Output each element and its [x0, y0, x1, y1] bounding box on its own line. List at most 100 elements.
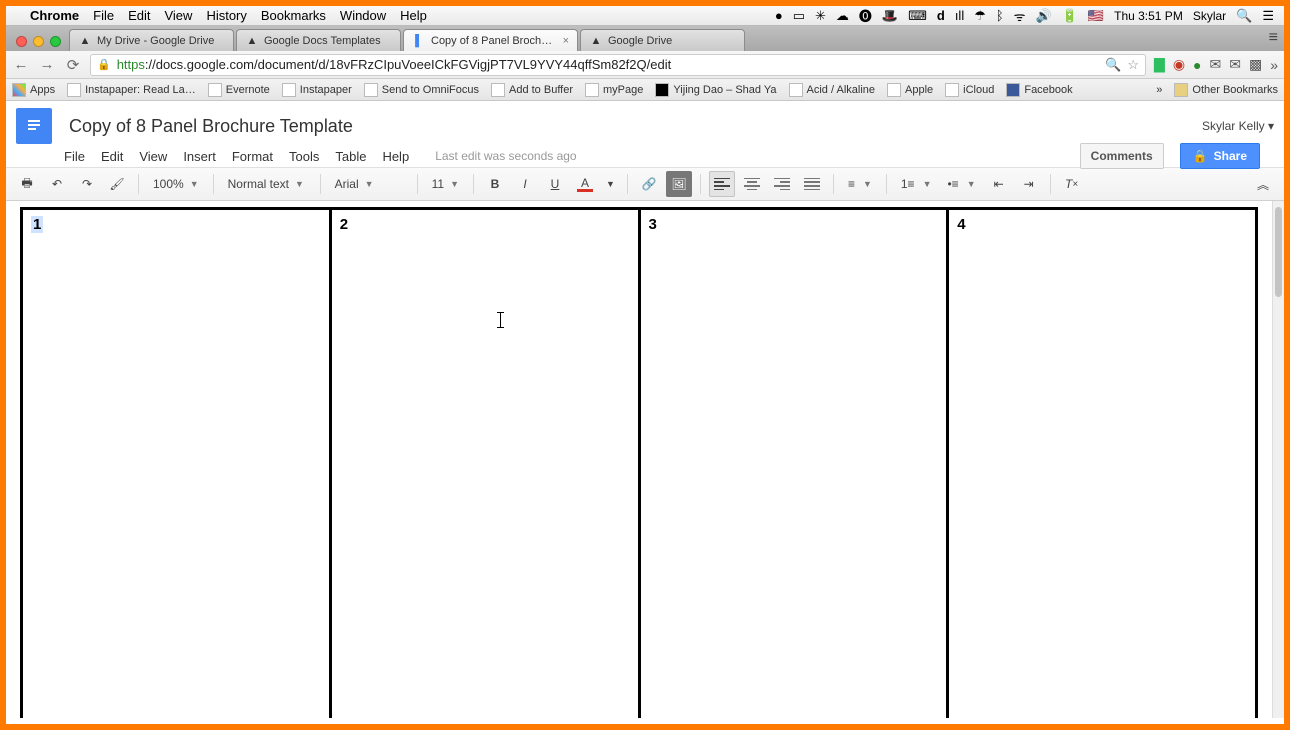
docs-menu-help[interactable]: Help — [382, 149, 409, 164]
align-justify-icon[interactable] — [799, 171, 825, 197]
browser-tab[interactable]: ▲ My Drive - Google Drive — [69, 29, 234, 51]
brochure-panel[interactable]: 4 — [949, 210, 1255, 718]
line-spacing-icon[interactable]: ≡▼ — [842, 171, 878, 197]
align-center-icon[interactable] — [739, 171, 765, 197]
ext-abp-icon[interactable]: ◉ — [1173, 56, 1185, 73]
menubar-d-icon[interactable]: d — [937, 8, 945, 23]
bookmark-item[interactable]: Add to Buffer — [491, 83, 573, 97]
bookmark-item[interactable]: Yijing Dao – Shad Ya — [655, 83, 776, 97]
underline-icon[interactable]: U — [542, 171, 568, 197]
address-bar[interactable]: 🔒 https://docs.google.com/document/d/18v… — [90, 54, 1146, 76]
mac-menu-window[interactable]: Window — [340, 8, 386, 23]
document-canvas[interactable]: 1 2 3 4 — [6, 201, 1272, 718]
undo-icon[interactable]: ↶ — [44, 171, 70, 197]
mac-menu-help[interactable]: Help — [400, 8, 427, 23]
account-name[interactable]: Skylar Kelly ▾ — [1202, 119, 1274, 133]
menubar-sync-icon[interactable]: ✳ — [815, 8, 826, 24]
reload-icon[interactable]: ⟳ — [64, 56, 82, 74]
menubar-1password-icon[interactable]: ⓿ — [859, 6, 872, 25]
back-icon[interactable]: ← — [12, 56, 30, 73]
chrome-menu-icon[interactable]: ≡ — [1269, 29, 1278, 47]
vertical-scrollbar[interactable] — [1272, 201, 1284, 718]
menubar-flag-icon[interactable]: 🇺🇸 — [1088, 8, 1104, 24]
docs-menu-insert[interactable]: Insert — [183, 149, 216, 164]
increase-indent-icon[interactable]: ⇥ — [1016, 171, 1042, 197]
bulleted-list-icon[interactable]: •≡▼ — [941, 171, 981, 197]
minimize-window-icon[interactable] — [33, 36, 44, 47]
align-right-icon[interactable] — [769, 171, 795, 197]
spotlight-icon[interactable]: 🔍 — [1236, 8, 1252, 24]
bookmarks-overflow-icon[interactable]: » — [1156, 84, 1162, 96]
menubar-cloud-icon[interactable]: ☁ — [836, 8, 849, 24]
paragraph-style-dropdown[interactable]: Normal text▼ — [222, 171, 312, 197]
redo-icon[interactable]: ↷ — [74, 171, 100, 197]
forward-icon[interactable]: → — [38, 56, 56, 73]
menubar-signal-icon[interactable]: ıll — [955, 8, 964, 23]
bookmark-item[interactable]: Instapaper — [282, 83, 352, 97]
text-color-caret-icon[interactable]: ▼ — [602, 171, 619, 197]
text-color-icon[interactable]: A — [572, 171, 598, 197]
menubar-bluetooth-icon[interactable]: ᛒ — [996, 8, 1004, 23]
insert-link-icon[interactable]: 🔗 — [636, 171, 662, 197]
close-window-icon[interactable] — [16, 36, 27, 47]
ext-inbox-icon[interactable]: ✉ — [1229, 56, 1241, 73]
brochure-panel[interactable]: 2 — [332, 210, 641, 718]
last-edit-info[interactable]: Last edit was seconds ago — [435, 149, 576, 163]
browser-tab[interactable]: ▌ Copy of 8 Panel Brochure T × — [403, 29, 578, 51]
menubar-keyboard-icon[interactable]: ⌨ — [908, 8, 927, 24]
bookmark-item[interactable]: Facebook — [1006, 83, 1072, 97]
app-name[interactable]: Chrome — [30, 8, 79, 23]
document-title[interactable]: Copy of 8 Panel Brochure Template — [64, 114, 358, 139]
insert-image-icon[interactable]: 🖼 — [666, 171, 692, 197]
collapse-toolbar-icon[interactable]: ︽ — [1250, 171, 1276, 197]
docs-menu-format[interactable]: Format — [232, 149, 273, 164]
italic-icon[interactable]: I — [512, 171, 538, 197]
mac-menu-bookmarks[interactable]: Bookmarks — [261, 8, 326, 23]
menubar-status-icon[interactable]: ● — [775, 8, 783, 23]
bookmark-item[interactable]: myPage — [585, 83, 643, 97]
paint-format-icon[interactable]: 🖌 — [104, 171, 130, 197]
menubar-display-icon[interactable]: ▭ — [793, 8, 805, 24]
notification-center-icon[interactable]: ☰ — [1262, 8, 1274, 24]
menubar-battery-icon[interactable]: 🔋 — [1062, 8, 1078, 24]
mac-menu-file[interactable]: File — [93, 8, 114, 23]
browser-tab[interactable]: ▲ Google Drive — [580, 29, 745, 51]
brochure-panel[interactable]: 1 — [23, 210, 332, 718]
print-icon[interactable]: 🖶 — [14, 171, 40, 197]
docs-menu-tools[interactable]: Tools — [289, 149, 319, 164]
apps-button[interactable]: Apps — [12, 83, 55, 97]
ext-gmail-icon[interactable]: ✉ — [1210, 56, 1222, 73]
bookmark-item[interactable]: Send to OmniFocus — [364, 83, 479, 97]
mac-menu-history[interactable]: History — [206, 8, 246, 23]
docs-menu-view[interactable]: View — [139, 149, 167, 164]
docs-logo-icon[interactable] — [16, 108, 52, 144]
menubar-hat-icon[interactable]: 🎩 — [882, 8, 898, 24]
mac-menu-edit[interactable]: Edit — [128, 8, 150, 23]
share-button[interactable]: 🔒Share — [1180, 143, 1260, 169]
ext-evernote-icon[interactable]: ▇ — [1154, 56, 1165, 73]
numbered-list-icon[interactable]: 1≡▼ — [895, 171, 938, 197]
docs-menu-file[interactable]: File — [64, 149, 85, 164]
mac-menu-view[interactable]: View — [164, 8, 192, 23]
menubar-wifi-icon[interactable]: ᯤ — [1014, 7, 1026, 25]
menubar-umbrella-icon[interactable]: ☂ — [974, 8, 986, 24]
bookmark-item[interactable]: Acid / Alkaline — [789, 83, 875, 97]
bookmark-item[interactable]: Instapaper: Read La… — [67, 83, 196, 97]
zoom-window-icon[interactable] — [50, 36, 61, 47]
ext-delicious-icon[interactable]: ▩ — [1249, 56, 1262, 73]
zoom-icon[interactable]: 🔍 — [1105, 57, 1121, 73]
font-dropdown[interactable]: Arial▼ — [329, 171, 409, 197]
ext-more-icon[interactable]: » — [1270, 57, 1278, 73]
ext-buffer-icon[interactable]: ● — [1193, 57, 1201, 73]
zoom-dropdown[interactable]: 100%▼ — [147, 171, 205, 197]
other-bookmarks[interactable]: Other Bookmarks — [1174, 83, 1278, 97]
brochure-panel[interactable]: 3 — [641, 210, 950, 718]
menubar-volume-icon[interactable]: 🔊 — [1036, 8, 1052, 24]
browser-tab[interactable]: ▲ Google Docs Templates — [236, 29, 401, 51]
align-left-icon[interactable] — [709, 171, 735, 197]
docs-menu-edit[interactable]: Edit — [101, 149, 123, 164]
menubar-clock[interactable]: Thu 3:51 PM — [1114, 9, 1183, 23]
docs-menu-table[interactable]: Table — [335, 149, 366, 164]
decrease-indent-icon[interactable]: ⇤ — [986, 171, 1012, 197]
close-tab-icon[interactable]: × — [563, 35, 569, 47]
